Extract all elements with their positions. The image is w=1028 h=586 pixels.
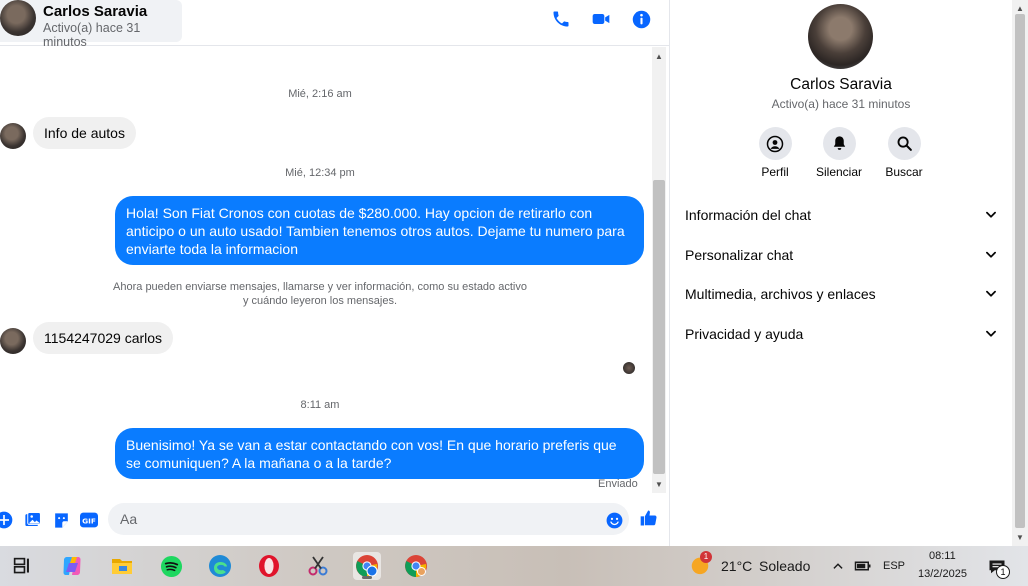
section-label: Multimedia, archivos y enlaces xyxy=(685,286,876,302)
svg-text:GIF: GIF xyxy=(82,517,96,526)
profile-action-button[interactable]: Perfil xyxy=(740,127,810,179)
task-view-icon[interactable] xyxy=(8,552,36,580)
file-explorer-icon[interactable] xyxy=(108,552,136,580)
spotify-icon[interactable] xyxy=(157,552,185,580)
chevron-down-icon xyxy=(986,330,996,337)
section-customize-chat[interactable]: Personalizar chat xyxy=(685,243,998,267)
timestamp: 8:11 am xyxy=(300,399,340,411)
plus-icon[interactable] xyxy=(0,510,14,530)
sender-avatar[interactable] xyxy=(0,328,26,354)
chat-scrollbar[interactable]: ▲ ▼ xyxy=(652,47,666,493)
chevron-down-icon xyxy=(986,290,996,297)
chat-header: Carlos Saravia Activo(a) hace 31 minutos xyxy=(0,0,669,49)
section-label: Información del chat xyxy=(685,207,812,223)
chevron-up-icon[interactable] xyxy=(827,552,849,580)
like-thumb-icon[interactable] xyxy=(639,508,659,528)
contact-avatar[interactable] xyxy=(0,0,36,36)
page-scroll-thumb[interactable] xyxy=(1015,14,1025,528)
chat-scroll-thumb[interactable] xyxy=(653,180,665,474)
privacy-notice-line: Ahora pueden enviarse mensajes, llamarse… xyxy=(113,281,527,293)
bell-icon[interactable] xyxy=(822,127,856,160)
profile-status: Activo(a) hace 31 minutos xyxy=(771,97,911,111)
copilot-icon[interactable] xyxy=(58,552,86,580)
sticker-icon[interactable] xyxy=(51,510,71,530)
contact-status: Activo(a) hace 31 minutos xyxy=(43,21,141,49)
profile-icon[interactable] xyxy=(758,127,792,160)
phone-icon[interactable] xyxy=(550,8,572,30)
action-label: Silenciar xyxy=(815,165,863,179)
section-media-files[interactable]: Multimedia, archivos y enlaces xyxy=(685,282,998,306)
chat-info-panel: Carlos Saravia Activo(a) hace 31 minutos… xyxy=(670,0,1012,546)
section-chat-info[interactable]: Información del chat xyxy=(685,203,998,227)
taskbar: 1 21°C Soleado ESP 08:11 13/2/2025 1 xyxy=(0,546,1028,586)
notification-count: 1 xyxy=(996,565,1010,579)
message-incoming[interactable]: 1154247029 carlos xyxy=(33,322,174,354)
sender-avatar[interactable] xyxy=(0,123,26,149)
contact-header-button[interactable]: Carlos Saravia Activo(a) hace 31 minutos xyxy=(0,0,182,49)
profile-avatar[interactable] xyxy=(808,4,873,69)
action-label: Perfil xyxy=(761,165,789,179)
message-outgoing[interactable]: Buenisimo! Ya se van a estar contactando… xyxy=(115,428,644,479)
emoji-icon[interactable] xyxy=(604,510,624,530)
profile-name: Carlos Saravia xyxy=(790,76,892,93)
page-scroll-down-icon[interactable]: ▼ xyxy=(1013,530,1027,544)
privacy-notice: Ahora pueden enviarse mensajes, llamarse… xyxy=(0,280,640,308)
active-app-indicator xyxy=(362,576,372,579)
privacy-notice-line: y cuándo leyeron los mensajes. xyxy=(242,295,398,307)
scroll-down-arrow-icon[interactable]: ▼ xyxy=(652,477,666,491)
message-outgoing[interactable]: Hola! Son Fiat Cronos con cuotas de $280… xyxy=(115,196,644,265)
section-privacy-help[interactable]: Privacidad y ayuda xyxy=(685,322,998,346)
opera-icon[interactable] xyxy=(255,552,283,580)
notification-center-icon[interactable]: 1 xyxy=(984,552,1010,580)
scroll-up-arrow-icon[interactable]: ▲ xyxy=(652,49,666,63)
composer: GIF xyxy=(0,496,669,546)
photo-icon[interactable] xyxy=(22,510,42,530)
clock-time[interactable]: 08:11 xyxy=(929,550,956,562)
action-label: Buscar xyxy=(885,165,923,179)
chrome-icon[interactable] xyxy=(402,552,430,580)
clock-date[interactable]: 13/2/2025 xyxy=(918,568,967,580)
chevron-down-icon xyxy=(986,251,996,258)
weather-condition[interactable]: Soleado xyxy=(759,558,810,574)
snipping-tool-icon[interactable] xyxy=(304,552,332,580)
video-call-icon[interactable] xyxy=(590,8,612,30)
search-action-button[interactable]: Buscar xyxy=(869,127,939,179)
mute-action-button[interactable]: Silenciar xyxy=(804,127,874,179)
weather-badge: 1 xyxy=(700,551,712,563)
battery-icon[interactable] xyxy=(852,552,874,580)
timestamp: Mié, 2:16 am xyxy=(288,88,352,100)
message-incoming[interactable]: Info de autos xyxy=(33,117,136,149)
chrome-active-icon[interactable] xyxy=(353,552,381,580)
contact-name: Carlos Saravia xyxy=(43,3,148,20)
chevron-down-icon xyxy=(986,211,996,218)
weather-sun-icon[interactable]: 1 xyxy=(688,551,712,577)
message-list: Mié, 2:16 am Info de autos Mié, 12:34 pm… xyxy=(0,47,652,493)
sent-status: Enviado xyxy=(598,478,638,490)
timestamp: Mié, 12:34 pm xyxy=(285,167,355,179)
info-icon[interactable] xyxy=(630,8,652,30)
seen-indicator-avatar xyxy=(623,362,635,374)
search-icon[interactable] xyxy=(887,127,921,160)
page-scroll-up-icon[interactable]: ▲ xyxy=(1013,1,1027,15)
page-scrollbar[interactable]: ▲ ▼ xyxy=(1012,0,1028,546)
edge-browser-icon[interactable] xyxy=(206,552,234,580)
weather-temp[interactable]: 21°C xyxy=(721,558,752,574)
gif-icon[interactable]: GIF xyxy=(79,510,99,530)
section-label: Personalizar chat xyxy=(685,247,794,263)
keyboard-language[interactable]: ESP xyxy=(883,560,905,572)
message-input[interactable] xyxy=(108,503,629,535)
section-label: Privacidad y ayuda xyxy=(685,326,804,342)
chat-panel: Carlos Saravia Activo(a) hace 31 minutos… xyxy=(0,0,669,546)
